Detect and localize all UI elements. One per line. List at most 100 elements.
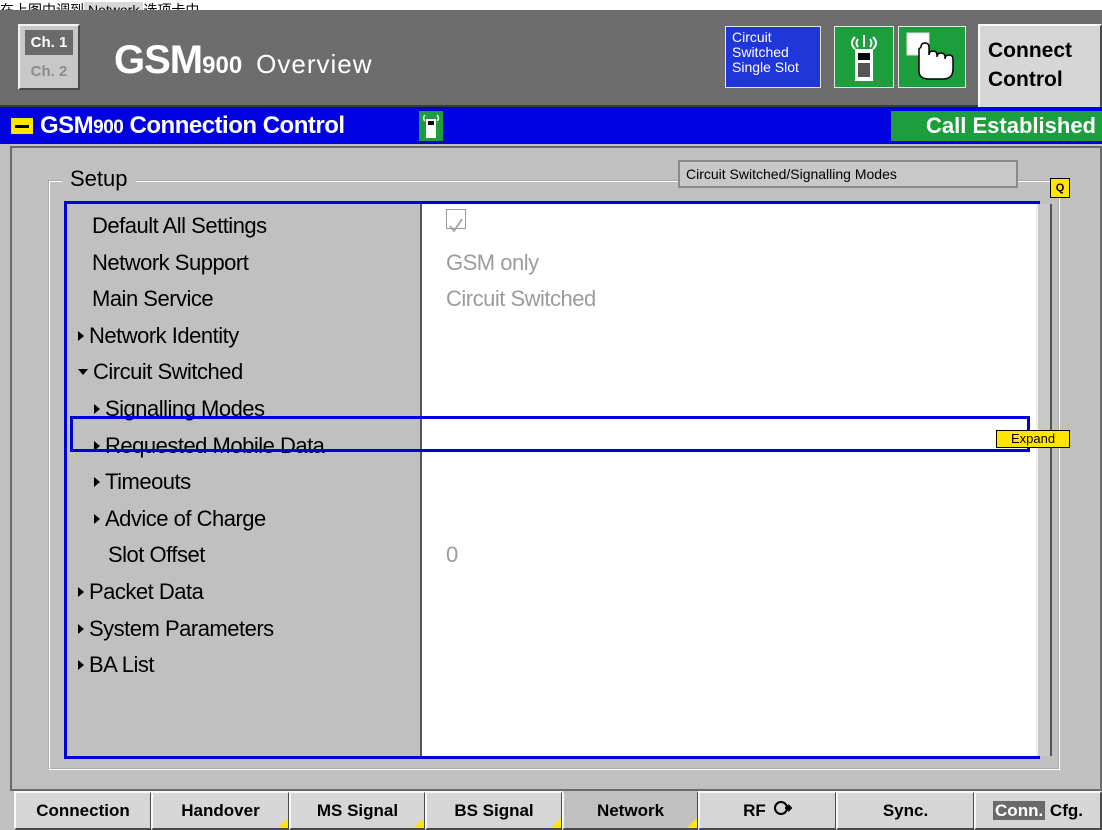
q-marker-icon[interactable]: Q — [1050, 178, 1070, 198]
tree-row-text: System Parameters — [89, 616, 274, 641]
panel-title-rest: Connection Control — [129, 112, 345, 139]
caption-after: 选项卡中。 — [143, 2, 214, 10]
tree-row-label: Packet Data — [78, 574, 204, 610]
small-phone-icon — [419, 111, 443, 141]
tree-row-text: Timeouts — [105, 469, 191, 494]
app-title-view: Overview — [256, 49, 373, 79]
scrollbar[interactable] — [1036, 204, 1052, 756]
tree-row-text: Packet Data — [89, 579, 204, 604]
channel-1-button[interactable]: Ch. 1 — [25, 30, 73, 55]
tab-label: Connection — [36, 801, 130, 820]
expand-arrow-icon[interactable] — [94, 404, 100, 414]
call-status-badge: Call Established — [891, 111, 1102, 141]
tree-row-text: Default All Settings — [92, 213, 267, 238]
tab-bs-signal[interactable]: BS Signal — [425, 791, 563, 830]
tree-row-label: Default All Settings — [92, 208, 267, 244]
expand-arrow-icon[interactable] — [78, 660, 84, 670]
rf-connector-icon — [773, 801, 793, 820]
tree-row-label: Advice of Charge — [94, 501, 266, 537]
tab-sync[interactable]: Sync. — [836, 791, 975, 830]
tab-prefix: Conn. — [993, 801, 1046, 820]
tree-row-value[interactable]: GSM only — [446, 245, 539, 281]
tab-label: Network — [596, 801, 665, 820]
app-title: GSM900 Overview — [114, 38, 373, 83]
mode-line: Circuit — [732, 29, 772, 45]
selection-highlight — [70, 416, 1030, 452]
connect-control-line2: Control — [988, 68, 1063, 91]
expand-hint[interactable]: Expand — [996, 430, 1070, 448]
tab-label: MS Signal — [316, 801, 399, 820]
softkey-corner-marker — [278, 818, 288, 828]
tree-row-label: BA List — [78, 647, 154, 683]
tab-rf[interactable]: RF — [698, 791, 837, 830]
tab-network[interactable]: Network — [562, 791, 699, 830]
tree-row[interactable]: Network Identity — [0, 318, 1000, 354]
tree-row-text: Network Support — [92, 250, 249, 275]
tree-row-text: Main Service — [92, 286, 214, 311]
tab-connection[interactable]: Connection — [14, 791, 152, 830]
app-title-gsm: GSM — [114, 38, 203, 82]
tree-row[interactable]: Packet Data — [0, 574, 1000, 610]
app-title-band: 900 — [202, 52, 243, 79]
checkbox-check-icon[interactable] — [446, 209, 466, 233]
tab-label: Handover — [181, 801, 260, 820]
connect-control-line1: Connect — [988, 39, 1072, 62]
softkey-corner-marker — [551, 818, 561, 828]
tree-row[interactable]: BA List — [0, 647, 1000, 683]
caption-highlight: Network — [84, 2, 144, 10]
expand-arrow-icon[interactable] — [78, 624, 84, 634]
collapse-icon[interactable] — [11, 118, 33, 134]
expand-arrow-icon[interactable] — [94, 477, 100, 487]
tree-row[interactable]: Network Support GSM only — [0, 245, 1000, 281]
mode-line: Switched — [732, 44, 789, 60]
softkey-corner-marker — [687, 818, 697, 828]
panel-title: GSM900 Connection Control — [40, 111, 345, 143]
channel-2-button[interactable]: Ch. 2 — [25, 59, 73, 84]
tab-label: Cfg. — [1049, 801, 1083, 820]
mode-path-header: Circuit Switched/Signalling Modes — [678, 160, 1018, 188]
tab-cfg[interactable]: Conn. Cfg. — [974, 791, 1102, 830]
default-all-checkbox[interactable] — [446, 208, 466, 244]
tree-row-text: Network Identity — [89, 323, 239, 348]
panel-title-band: 900 — [93, 117, 124, 138]
softkey-corner-marker — [414, 818, 424, 828]
caption-before: 在上图中调到 — [0, 2, 84, 10]
tree-row-label: Network Identity — [78, 318, 239, 354]
tree-row[interactable]: Circuit Switched — [0, 354, 1000, 390]
tab-ms-signal[interactable]: MS Signal — [289, 791, 426, 830]
connect-control-button[interactable]: Connect Control — [978, 24, 1102, 110]
tree-row-text: BA List — [89, 652, 154, 677]
tree-row[interactable]: Main Service Circuit Switched — [0, 281, 1000, 317]
tree-row[interactable]: Default All Settings — [0, 208, 1000, 244]
setup-label: Setup — [62, 164, 136, 194]
tree-row-text: Advice of Charge — [105, 506, 266, 531]
tree-row-label: Network Support — [92, 245, 249, 281]
touch-hand-icon[interactable] — [898, 26, 966, 88]
panel-title-gsm: GSM — [40, 112, 94, 139]
tree-row[interactable]: Slot Offset 0 — [0, 537, 1000, 573]
connection-control-header: GSM900 Connection Control Call Establish… — [0, 107, 1102, 144]
tab-label: RF — [743, 801, 766, 820]
softkey-tab-bar: Connection Handover MS Signal BS Signal Netw… — [0, 791, 1102, 830]
expand-arrow-icon[interactable] — [78, 587, 84, 597]
tree-row-label: Circuit Switched — [78, 354, 243, 390]
expand-arrow-icon[interactable] — [78, 331, 84, 341]
expand-arrow-icon[interactable] — [94, 514, 100, 524]
tree-row-label: Slot Offset — [108, 537, 205, 573]
tab-handover[interactable]: Handover — [151, 791, 290, 830]
tree-row-label: Timeouts — [94, 464, 191, 500]
tree-row[interactable]: Timeouts — [0, 464, 1000, 500]
tree-row-text: Circuit Switched — [93, 359, 243, 384]
collapse-arrow-icon[interactable] — [78, 369, 88, 375]
tree-row-label: Main Service — [92, 281, 214, 317]
channel-selector[interactable]: Ch. 1 Ch. 2 — [18, 24, 80, 90]
tree-row-value[interactable]: Circuit Switched — [446, 281, 596, 317]
tree-row[interactable]: Advice of Charge — [0, 501, 1000, 537]
title-bar: Ch. 1 Ch. 2 GSM900 Overview Circuit Switc… — [0, 10, 1102, 110]
mode-line: Single Slot — [732, 59, 799, 75]
tab-label: Sync. — [882, 801, 929, 820]
mobile-phone-icon — [834, 26, 894, 88]
tree-row-value[interactable]: 0 — [446, 537, 458, 573]
tree-row[interactable]: System Parameters — [0, 611, 1000, 647]
document-caption: 在上图中调到 Network 选项卡中。 — [0, 0, 1102, 10]
